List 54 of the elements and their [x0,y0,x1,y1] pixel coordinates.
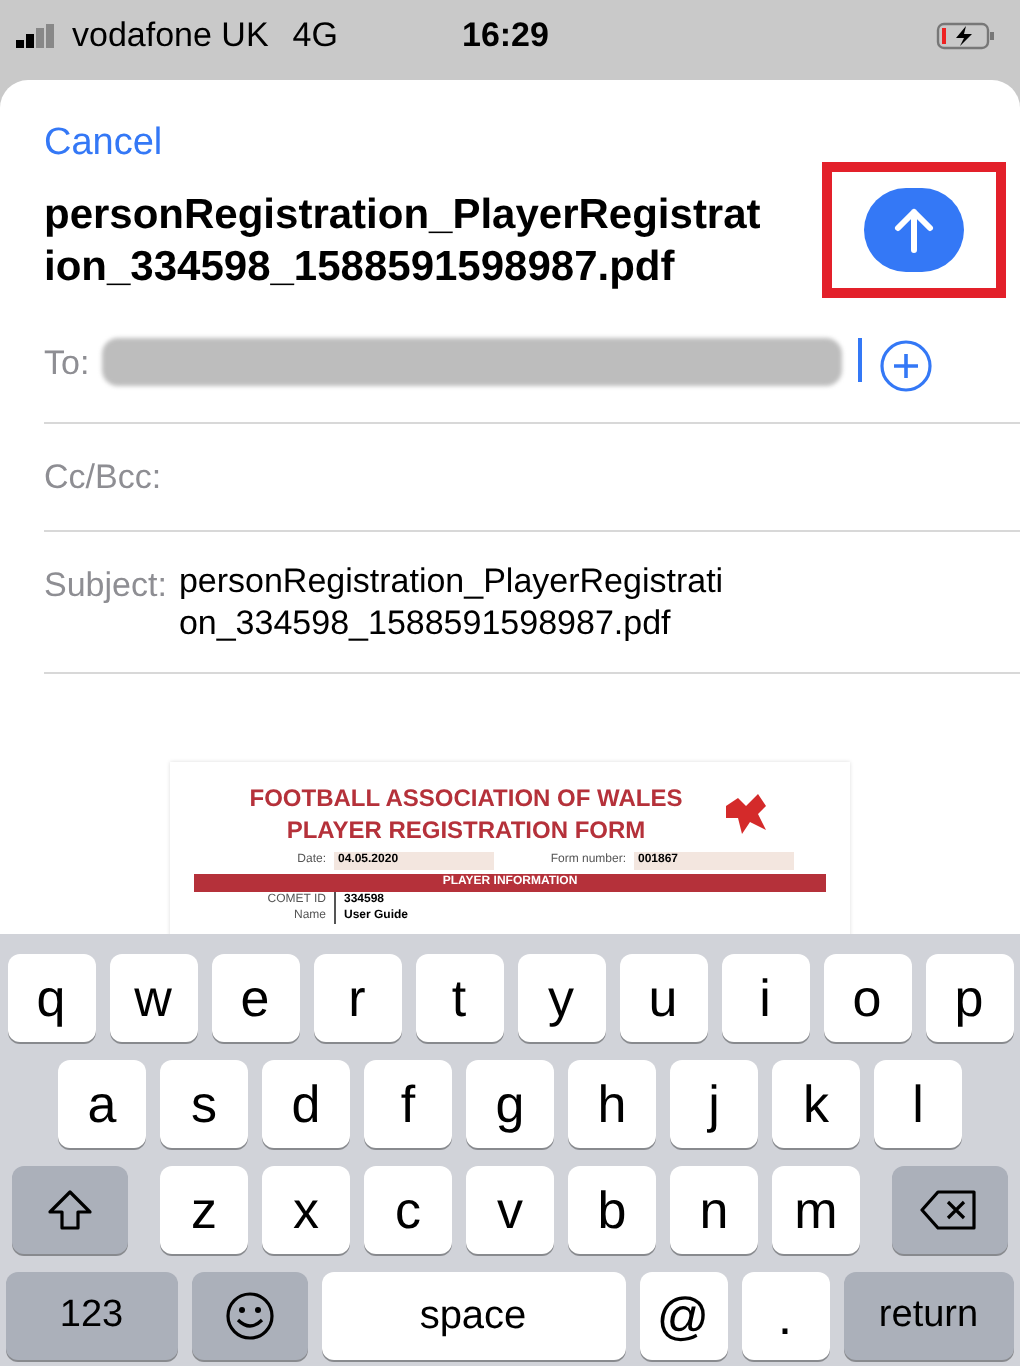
key[interactable]: q [7,954,95,1042]
shift-key[interactable] [12,1166,128,1254]
emoji-key[interactable] [191,1272,307,1360]
key[interactable]: h [568,1060,656,1148]
key[interactable]: m [772,1166,860,1254]
field-label: Cc/Bcc: [44,455,162,499]
key[interactable]: . [741,1272,829,1360]
field-label: To: [44,341,90,385]
key[interactable]: d [262,1060,350,1148]
key[interactable]: f [364,1060,452,1148]
key[interactable]: u [619,954,707,1042]
backspace-key[interactable] [892,1166,1008,1254]
key[interactable]: t [415,954,503,1042]
arrow-up-icon [892,205,936,253]
key[interactable]: s [160,1060,248,1148]
key[interactable]: a [58,1060,146,1148]
key[interactable]: i [721,954,809,1042]
message-title: personRegistration_PlayerRegistration_334598_1588591598987.pdf [44,189,763,293]
key[interactable]: z [160,1166,248,1254]
key[interactable]: c [364,1166,452,1254]
key[interactable]: p [925,954,1013,1042]
key[interactable]: o [823,954,911,1042]
shift-icon [46,1188,94,1232]
backspace-icon [920,1188,980,1232]
space-key[interactable]: space [321,1272,625,1360]
key[interactable]: k [772,1060,860,1148]
key[interactable]: x [262,1166,350,1254]
subject-value: personRegistration_PlayerRegistration_334598_1588591598987.pdf [178,560,726,644]
field-label: Subject: [44,564,167,608]
emoji-icon [223,1290,275,1342]
key[interactable]: w [109,954,197,1042]
key[interactable]: y [517,954,605,1042]
send-button[interactable] [864,187,964,271]
key[interactable]: @ [639,1272,727,1360]
key[interactable]: l [874,1060,962,1148]
network-type: 4G [292,14,338,59]
key[interactable]: g [466,1060,554,1148]
clock: 16:29 [461,14,549,59]
battery-icon [936,22,996,50]
text-cursor [857,337,862,381]
signal-icon [16,24,60,48]
key[interactable]: v [466,1166,554,1254]
document-heading: FOOTBALL ASSOCIATION OF WALES [249,782,683,814]
carrier-name: vodafone UK [72,14,269,59]
key[interactable]: 123 [6,1272,177,1360]
document-heading: PLAYER REGISTRATION FORM [286,814,646,846]
key[interactable]: j [670,1060,758,1148]
key[interactable]: r [313,954,401,1042]
key[interactable]: n [670,1166,758,1254]
add-icon[interactable] [877,337,934,393]
key[interactable]: return [843,1272,1014,1360]
key[interactable]: b [568,1166,656,1254]
cancel-button[interactable]: Cancel [44,116,163,173]
key[interactable]: e [211,954,299,1042]
